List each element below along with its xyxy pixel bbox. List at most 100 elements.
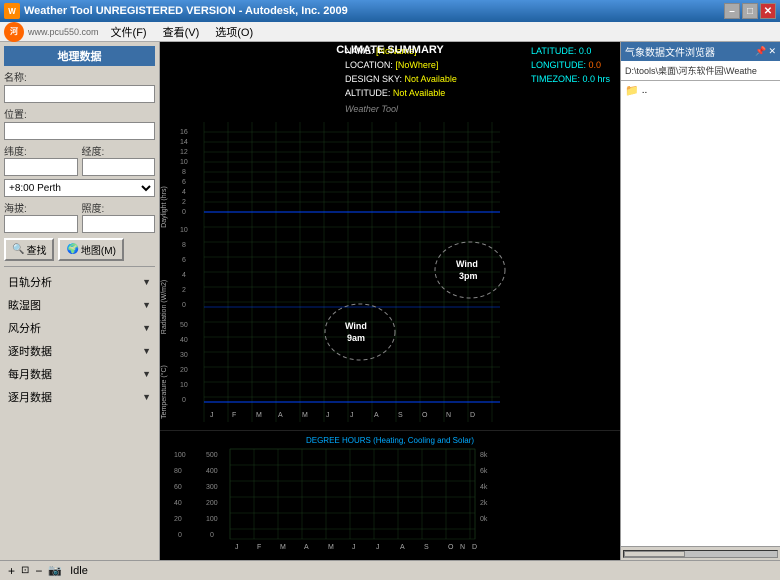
timezone-field-row: +8:00 Perth bbox=[4, 179, 155, 197]
svg-text:2: 2 bbox=[182, 199, 186, 206]
title-bar: W Weather Tool UNREGISTERED VERSION - Au… bbox=[0, 0, 780, 22]
right-panel-close-icon[interactable]: ✕ bbox=[768, 46, 776, 57]
daylight-axis-label: Daylight (hrs) bbox=[161, 186, 168, 228]
right-panel: 气象数据文件浏览器 📌 ✕ D:\tools\桌面\河东软件园\Weathe 📁… bbox=[620, 42, 780, 560]
svg-text:10: 10 bbox=[180, 382, 188, 389]
logo-area: 河 www.pcu550.com bbox=[4, 22, 99, 42]
altitude-input[interactable] bbox=[4, 215, 78, 233]
location-input[interactable] bbox=[4, 122, 155, 140]
sidebar-item-sunpath[interactable]: 日轨分析 ▼ bbox=[4, 272, 155, 292]
svg-text:400: 400 bbox=[206, 468, 218, 475]
degree-hours-title: DEGREE HOURS (Heating, Cooling and Solar… bbox=[306, 436, 474, 445]
right-panel-pin-icon[interactable]: 📌 bbox=[755, 46, 766, 57]
svg-text:200: 200 bbox=[206, 500, 218, 507]
latitude-input[interactable] bbox=[4, 158, 78, 176]
svg-text:F: F bbox=[257, 544, 261, 551]
action-buttons: 🔍 查找 🌍 地图(M) bbox=[4, 238, 155, 261]
svg-text:12: 12 bbox=[180, 149, 188, 156]
sidebar-item-hourly[interactable]: 逐时数据 ▼ bbox=[4, 341, 155, 361]
horizontal-scrollbar[interactable] bbox=[623, 550, 778, 558]
svg-text:6: 6 bbox=[182, 179, 186, 186]
expand-icon[interactable]: ⊡ bbox=[21, 565, 29, 576]
svg-text:100: 100 bbox=[174, 452, 186, 459]
svg-text:J: J bbox=[376, 544, 380, 551]
left-panel: 地理数据 名称: 位置: 纬度: 经度: +8:00 Perth bbox=[0, 42, 160, 560]
svg-text:8: 8 bbox=[182, 169, 186, 176]
right-panel-title-bar: 气象数据文件浏览器 📌 ✕ bbox=[621, 42, 780, 61]
svg-text:8k: 8k bbox=[480, 452, 488, 459]
svg-text:A: A bbox=[374, 412, 379, 419]
svg-text:16: 16 bbox=[180, 129, 188, 136]
sidebar-item-wind[interactable]: 风分析 ▼ bbox=[4, 318, 155, 338]
map-icon: 🌍 bbox=[66, 244, 78, 255]
sidebar-item-monthly[interactable]: 每月数据 ▼ bbox=[4, 364, 155, 384]
svg-text:80: 80 bbox=[174, 468, 182, 475]
menu-options[interactable]: 选项(O) bbox=[211, 24, 257, 40]
weather-tool-label: Weather Tool bbox=[345, 104, 398, 114]
wind-9am-label: Wind bbox=[345, 321, 367, 331]
longitude-input[interactable] bbox=[82, 158, 156, 176]
svg-text:10: 10 bbox=[180, 227, 188, 234]
right-panel-scrollbar[interactable] bbox=[621, 546, 780, 560]
app-icon: W bbox=[4, 3, 20, 19]
svg-text:20: 20 bbox=[174, 516, 182, 523]
status-bar: + ⊡ − 📷 Idle bbox=[0, 560, 780, 580]
svg-text:50: 50 bbox=[180, 322, 188, 329]
svg-text:O: O bbox=[448, 544, 454, 551]
svg-text:60: 60 bbox=[174, 484, 182, 491]
svg-text:0: 0 bbox=[210, 532, 214, 539]
svg-text:A: A bbox=[304, 544, 309, 551]
svg-text:M: M bbox=[280, 544, 286, 551]
svg-text:M: M bbox=[302, 412, 308, 419]
svg-text:M: M bbox=[328, 544, 334, 551]
search-button[interactable]: 🔍 查找 bbox=[4, 238, 54, 261]
close-button[interactable]: ✕ bbox=[760, 3, 776, 19]
svg-text:O: O bbox=[422, 412, 428, 419]
timezone-select[interactable]: +8:00 Perth bbox=[4, 179, 155, 197]
svg-text:40: 40 bbox=[174, 500, 182, 507]
maximize-button[interactable]: □ bbox=[742, 3, 758, 19]
svg-text:100: 100 bbox=[206, 516, 218, 523]
location-field-row: 位置: bbox=[4, 106, 155, 140]
degree-hours-chart: DEGREE HOURS (Heating, Cooling and Solar… bbox=[160, 431, 620, 560]
svg-text:4: 4 bbox=[182, 189, 186, 196]
svg-text:0: 0 bbox=[182, 302, 186, 309]
status-text: Idle bbox=[70, 565, 88, 577]
svg-text:8: 8 bbox=[182, 242, 186, 249]
altitude-label: 海拔: bbox=[4, 204, 27, 215]
logo-icon: 河 bbox=[4, 22, 24, 42]
svg-text:14: 14 bbox=[180, 139, 188, 146]
name-field-row: 名称: bbox=[4, 69, 155, 103]
scroll-thumb[interactable] bbox=[624, 551, 685, 557]
svg-text:J: J bbox=[326, 412, 330, 419]
svg-text:6: 6 bbox=[182, 257, 186, 264]
map-button[interactable]: 🌍 地图(M) bbox=[58, 238, 123, 261]
minus-icon[interactable]: − bbox=[35, 564, 42, 578]
svg-text:30: 30 bbox=[180, 352, 188, 359]
file-item-up[interactable]: 📁 .. bbox=[623, 83, 778, 98]
sidebar-item-glare[interactable]: 眩湿图 ▼ bbox=[4, 295, 155, 315]
menu-view[interactable]: 查看(V) bbox=[159, 24, 204, 40]
climate-info-right: LATITUDE: 0.0 LONGITUDE: 0.0 TIMEZONE: 0… bbox=[531, 44, 610, 86]
brightness-input[interactable] bbox=[82, 215, 156, 233]
latitude-label: 纬度: bbox=[4, 147, 27, 158]
svg-text:2: 2 bbox=[182, 287, 186, 294]
file-browser[interactable]: 📁 .. bbox=[621, 81, 780, 546]
chevron-down-icon-2: ▼ bbox=[142, 323, 151, 333]
chevron-down-icon-4: ▼ bbox=[142, 369, 151, 379]
chevron-down-icon-1: ▼ bbox=[142, 300, 151, 310]
chevron-down-icon-5: ▼ bbox=[142, 392, 151, 402]
name-input[interactable] bbox=[4, 85, 155, 103]
plus-icon[interactable]: + bbox=[8, 564, 15, 578]
svg-text:F: F bbox=[232, 412, 236, 419]
svg-text:300: 300 bbox=[206, 484, 218, 491]
divider-1 bbox=[4, 266, 155, 267]
svg-text:J: J bbox=[352, 544, 356, 551]
logo-text: www.pcu550.com bbox=[28, 27, 99, 37]
camera-icon[interactable]: 📷 bbox=[48, 564, 62, 577]
svg-text:J: J bbox=[350, 412, 354, 419]
menu-file[interactable]: 文件(F) bbox=[107, 24, 151, 40]
minimize-button[interactable]: – bbox=[724, 3, 740, 19]
alt-bright-row: 海拔: 照度: bbox=[4, 200, 155, 233]
sidebar-item-monthly2[interactable]: 逐月数据 ▼ bbox=[4, 387, 155, 407]
